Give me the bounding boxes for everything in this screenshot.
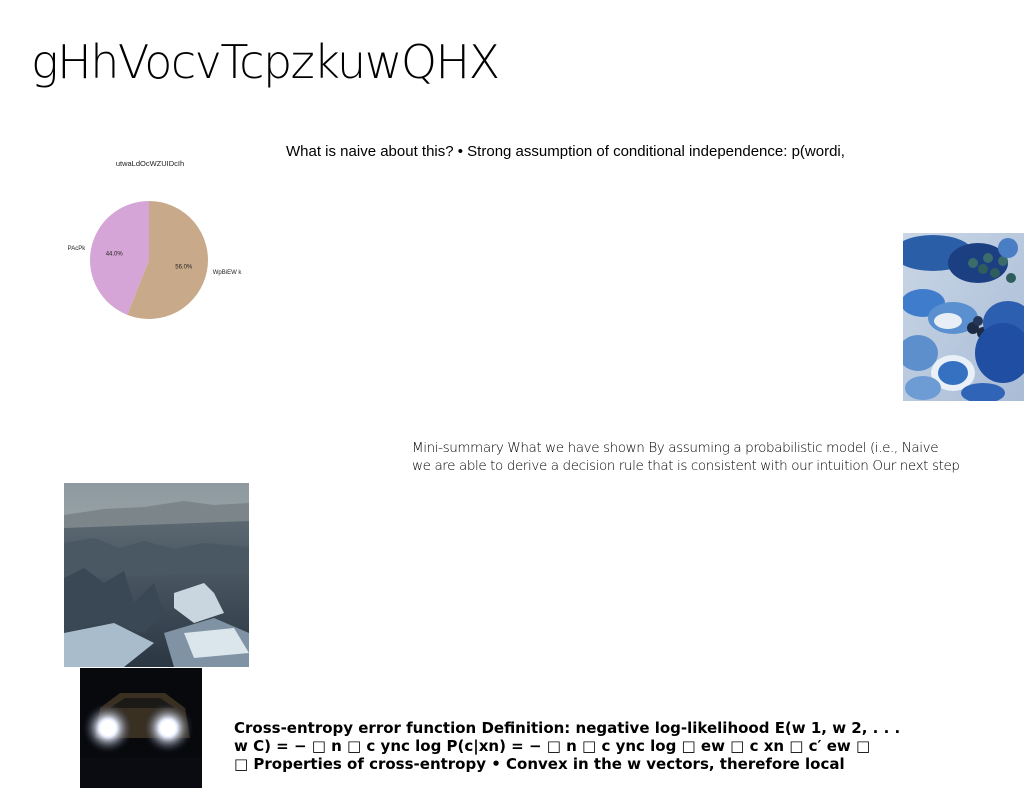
- mini-summary-text: Mini-summary What we have shown By assum…: [412, 439, 1024, 475]
- cross-entropy-text: Cross-entropy error function Definition:…: [234, 719, 954, 773]
- chart-title: utwaLdOcWZUIDcIh: [116, 159, 184, 168]
- mini-summary-line-1: Mini-summary What we have shown By assum…: [412, 440, 939, 456]
- pie-value-label-1: 56.0%: [175, 265, 193, 271]
- landscape-photo: [64, 483, 249, 667]
- food-photo: [903, 233, 1024, 401]
- cross-entropy-line-2: w C) = − □ n □ c ync log P(c|xn) = − □ n…: [234, 737, 871, 755]
- pie-value-label-0: 44.0%: [106, 251, 124, 257]
- naive-assumption-text: What is naive about this? • Strong assum…: [286, 143, 845, 160]
- cross-entropy-line-3: □ Properties of cross-entropy • Convex i…: [234, 755, 845, 773]
- pie-chart: utwaLdOcWZUIDcIh 44.0% PAcPk 56.0% WpBiEW k: [60, 150, 250, 350]
- pie-category-label-0: PAcPk: [68, 246, 87, 252]
- pie-category-label-1: WpBiEW k: [213, 270, 243, 276]
- mini-summary-line-2: we are able to derive a decision rule th…: [412, 458, 960, 474]
- car-headlights-photo: [80, 668, 202, 788]
- cross-entropy-line-1: Cross-entropy error function Definition:…: [234, 719, 901, 737]
- slide-title: gHhVocvTcpzkuwQHX: [31, 35, 500, 89]
